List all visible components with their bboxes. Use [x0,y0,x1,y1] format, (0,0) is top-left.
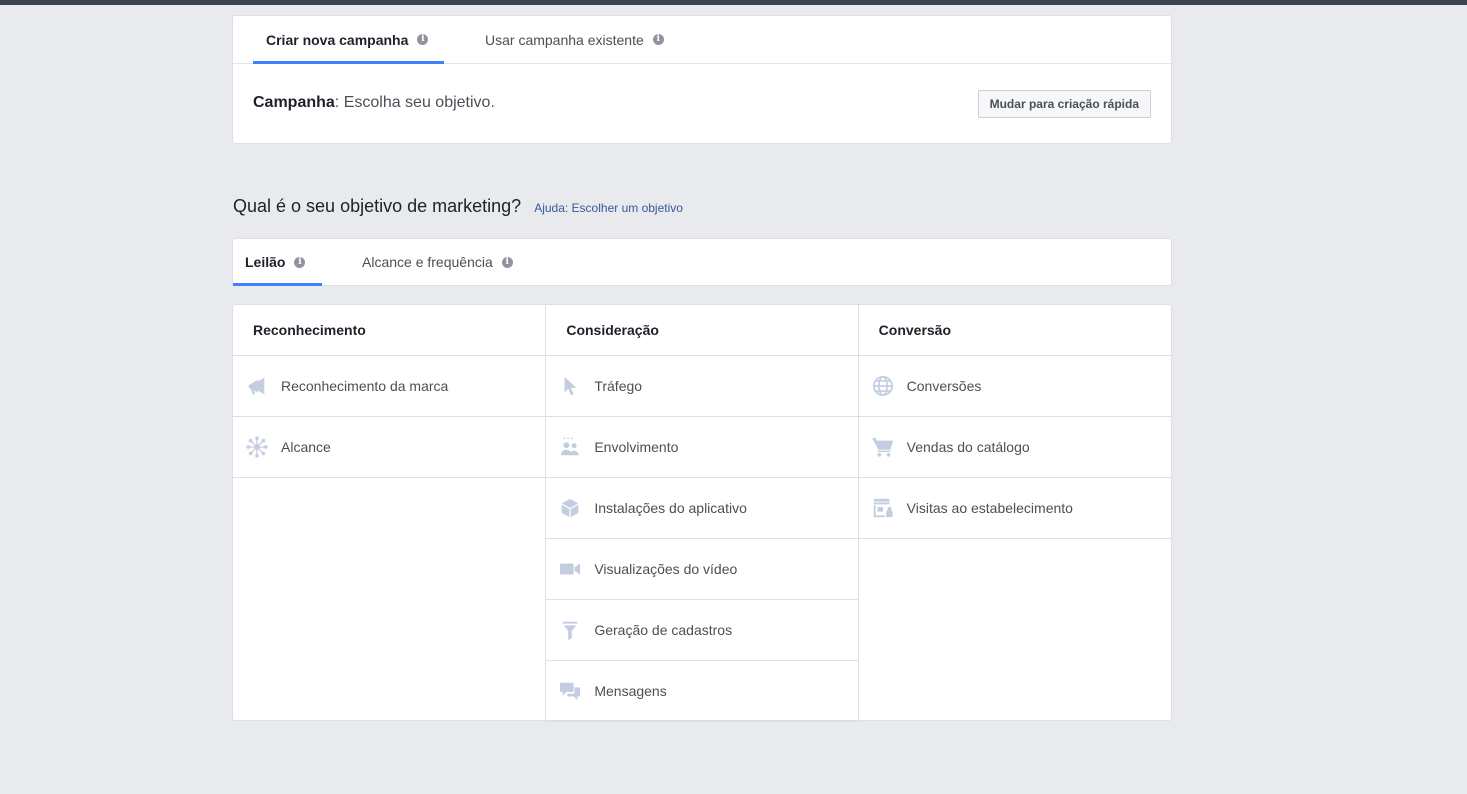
objective-label: Visualizações do vídeo [594,561,738,577]
objective-label: Conversões [906,378,982,394]
objective-label: Tráfego [594,378,643,394]
tab-label: Usar campanha existente [485,31,644,48]
tab-auction[interactable]: Leilão i [233,239,322,286]
objective-label: Instalações do aplicativo [594,500,747,516]
tab-label: Criar nova campanha [266,31,409,48]
tab-create-new-campaign[interactable]: Criar nova campanha i [253,16,444,64]
campaign-tabs: Criar nova campanha i Usar campanha exis… [233,16,1171,64]
objective-video-views[interactable]: Visualizações do vídeo [546,539,858,600]
campaign-objective-prompt: Campanha: Escolha seu objetivo. [253,94,495,112]
tab-label: Alcance e frequência [362,254,493,270]
funnel-icon [558,618,582,642]
info-icon[interactable]: i [294,256,306,268]
chat-bubbles-icon [558,679,582,703]
objective-messages[interactable]: Mensagens [546,661,858,722]
conversion-column: Conversão Conversões Vendas do catálogo … [857,305,1171,720]
objectives-table: Reconhecimento Reconhecimento da marca A… [232,304,1172,722]
page-title: Qual é o seu objetivo de marketing? [233,196,522,216]
box-icon [558,496,582,520]
reach-icon [245,435,269,459]
objective-traffic[interactable]: Tráfego [546,356,858,417]
top-bar [0,0,1467,5]
cursor-icon [558,374,582,398]
switch-to-quick-creation-button[interactable]: Mudar para criação rápida [977,90,1151,118]
objective-label: Geração de cadastros [594,622,733,638]
info-icon[interactable]: i [417,34,429,45]
objective-conversions[interactable]: Conversões [858,356,1171,417]
objective-reach[interactable]: Alcance [233,417,546,478]
store-icon [871,496,895,520]
objective-store-visits[interactable]: Visitas ao estabelecimento [858,478,1171,539]
megaphone-icon [245,374,269,398]
help-link[interactable]: Ajuda: Escolher um objetivo [534,201,683,215]
tab-use-existing-campaign[interactable]: Usar campanha existente i [485,16,664,63]
objective-brand-awareness[interactable]: Reconhecimento da marca [233,356,546,417]
objective-catalog-sales[interactable]: Vendas do catálogo [858,417,1171,478]
objective-lead-generation[interactable]: Geração de cadastros [546,600,858,661]
objective-app-installs[interactable]: Instalações do aplicativo [546,478,858,539]
buying-type-card: Leilão i Alcance e frequência i [232,238,1172,286]
consideration-column: Consideração Tráfego Envolvimento Instal… [545,305,858,722]
column-header: Conversão [858,305,1171,356]
awareness-column: Reconhecimento Reconhecimento da marca A… [233,305,546,720]
campaign-card: Criar nova campanha i Usar campanha exis… [232,15,1172,144]
info-icon[interactable]: i [501,256,513,268]
globe-icon [871,374,895,398]
video-camera-icon [558,557,582,581]
info-icon[interactable]: i [652,34,664,45]
cart-icon [871,435,895,459]
tab-label: Leilão [245,254,286,270]
objective-label: Mensagens [594,683,667,699]
tab-reach-and-frequency[interactable]: Alcance e frequência i [362,239,513,285]
objective-label: Envolvimento [594,439,679,455]
people-icon [558,435,582,459]
campaign-label: Campanha [253,94,335,111]
objective-label: Reconhecimento da marca [281,378,449,394]
column-header: Reconhecimento [233,305,546,356]
column-header: Consideração [546,305,858,356]
objective-engagement[interactable]: Envolvimento [546,417,858,478]
campaign-prompt-text: : Escolha seu objetivo. [334,94,495,111]
objective-label: Vendas do catálogo [906,439,1030,455]
objective-label: Alcance [281,439,331,455]
objective-label: Visitas ao estabelecimento [906,500,1073,516]
objective-question: Qual é o seu objetivo de marketing? Ajud… [233,196,683,217]
